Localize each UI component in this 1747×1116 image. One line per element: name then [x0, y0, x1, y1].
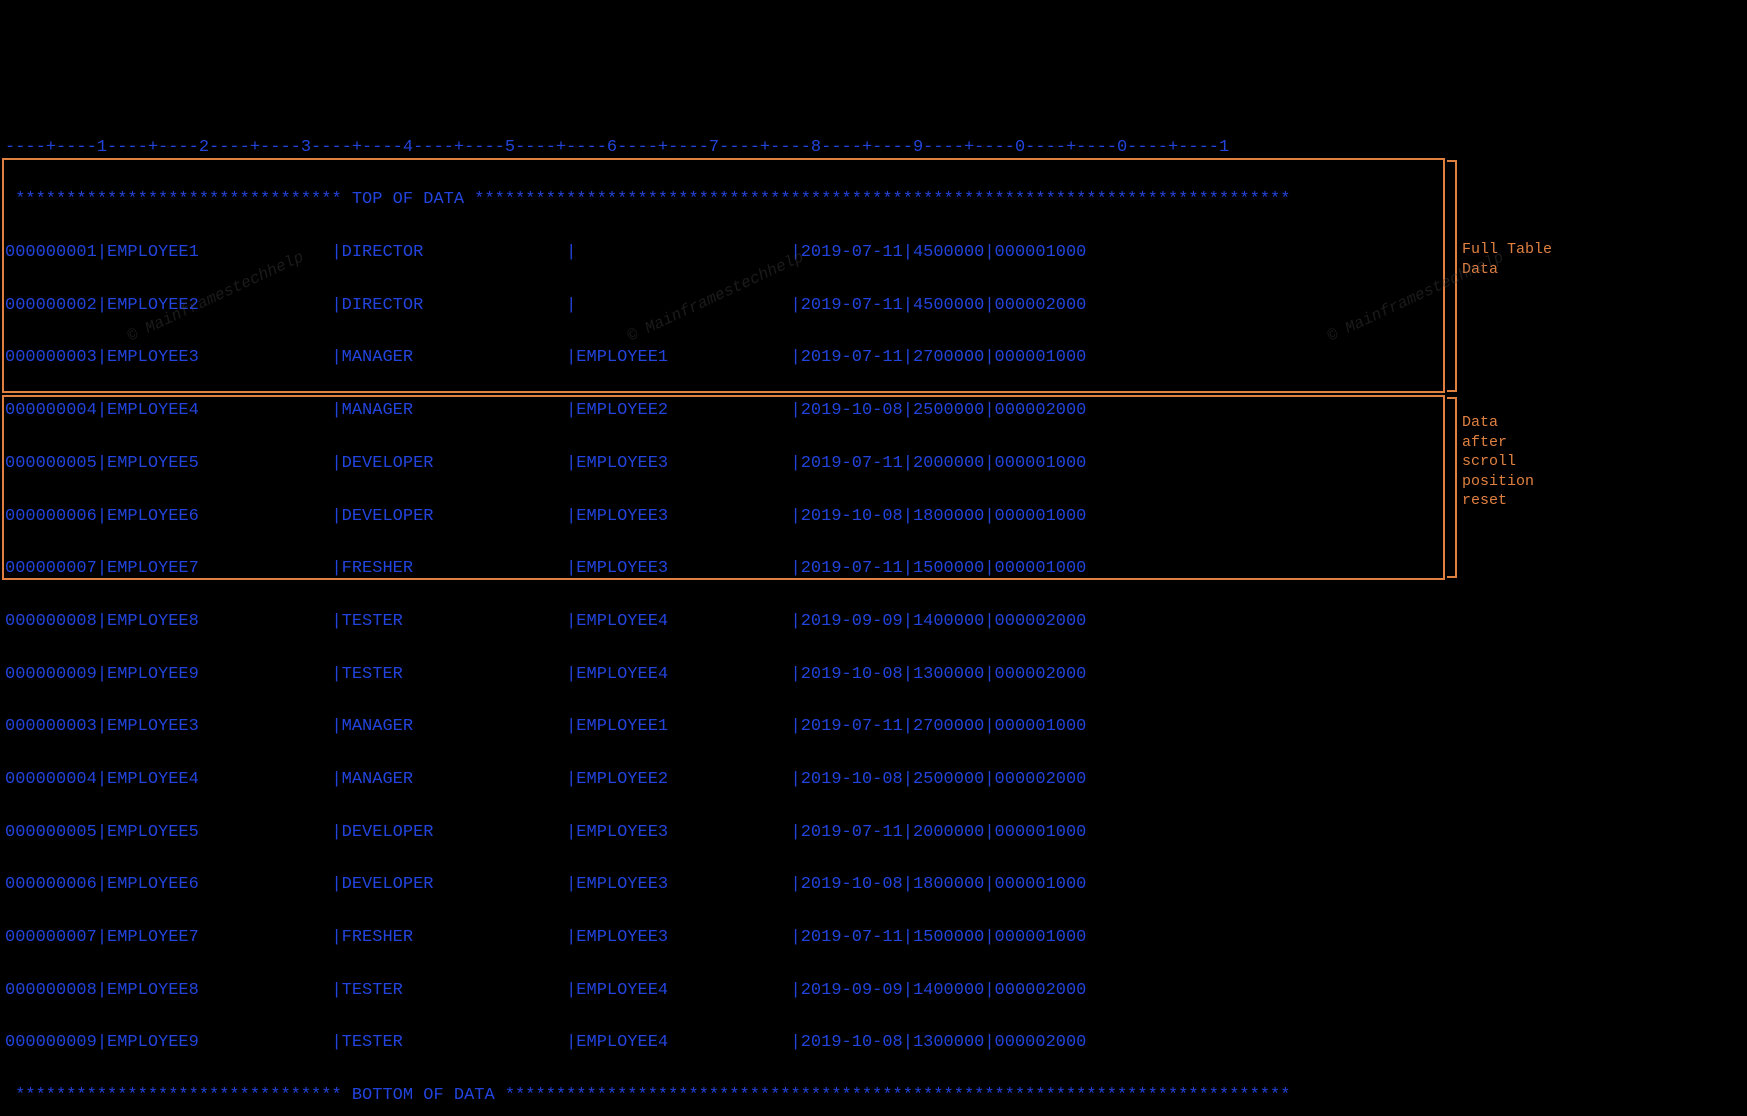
data-row: 000000009|EMPLOYEE9 |TESTER |EMPLOYEE4 |…	[5, 1030, 1742, 1056]
data-row: 000000003|EMPLOYEE3 |MANAGER |EMPLOYEE1 …	[5, 345, 1742, 371]
data-row: 000000003|EMPLOYEE3 |MANAGER |EMPLOYEE1 …	[5, 714, 1742, 740]
data-row: 000000004|EMPLOYEE4 |MANAGER |EMPLOYEE2 …	[5, 767, 1742, 793]
column-ruler: ----+----1----+----2----+----3----+----4…	[5, 135, 1742, 161]
data-row: 000000008|EMPLOYEE8 |TESTER |EMPLOYEE4 |…	[5, 978, 1742, 1004]
data-row: 000000007|EMPLOYEE7 |FRESHER |EMPLOYEE3 …	[5, 925, 1742, 951]
bracket-full-table	[1447, 160, 1457, 392]
bottom-of-data-marker: ******************************** BOTTOM …	[5, 1083, 1742, 1109]
data-row: 000000005|EMPLOYEE5 |DEVELOPER |EMPLOYEE…	[5, 820, 1742, 846]
top-of-data-marker: ******************************** TOP OF …	[5, 187, 1742, 213]
data-row: 000000009|EMPLOYEE9 |TESTER |EMPLOYEE4 |…	[5, 662, 1742, 688]
data-row: 000000008|EMPLOYEE8 |TESTER |EMPLOYEE4 |…	[5, 609, 1742, 635]
annotation-full-table: Full Table Data	[1462, 240, 1552, 279]
data-row: 000000007|EMPLOYEE7 |FRESHER |EMPLOYEE3 …	[5, 556, 1742, 582]
data-row: 000000006|EMPLOYEE6 |DEVELOPER |EMPLOYEE…	[5, 872, 1742, 898]
terminal-screen: ----+----1----+----2----+----3----+----4…	[0, 105, 1747, 1116]
bracket-after-scroll	[1447, 397, 1457, 578]
data-row: 000000002|EMPLOYEE2 |DIRECTOR | |2019-07…	[5, 293, 1742, 319]
annotation-after-scroll: Data after scroll position reset	[1462, 413, 1534, 511]
